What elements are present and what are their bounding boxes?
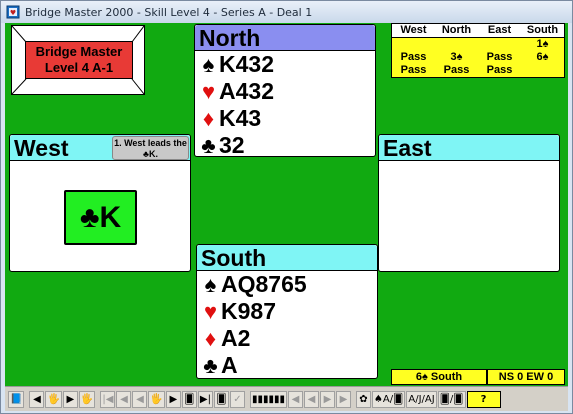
south-clubs[interactable]: ♣ A — [197, 352, 377, 379]
svg-text:♥: ♥ — [10, 9, 16, 17]
diamond-icon: ♦ — [202, 105, 215, 131]
heart-icon: ♥ — [203, 298, 218, 324]
heart-icon: ♥ — [201, 78, 216, 104]
honors-button[interactable]: A/J/AJ — [406, 390, 437, 408]
window-title: Bridge Master 2000 - Skill Level 4 - Ser… — [25, 5, 313, 19]
spade-icon: ♠ — [204, 271, 217, 297]
hand-back-icon[interactable]: 🖐 — [45, 390, 62, 408]
north-clubs[interactable]: ♣ 32 — [195, 132, 375, 159]
bid-cell — [478, 38, 521, 51]
title-bar: ♥ Bridge Master 2000 - Skill Level 4 - S… — [1, 1, 572, 23]
bid-cell: 3♠ — [450, 51, 463, 63]
bid-cell — [435, 38, 478, 51]
bid-cell: Pass — [443, 64, 470, 76]
app-window: ♥ Bridge Master 2000 - Skill Level 4 - S… — [0, 0, 573, 414]
north-hand: North ♠ K432 ♥ A432 ♦ K43 ♣ 32 — [194, 24, 376, 159]
prev-trick-button[interactable]: ◀ — [116, 390, 132, 408]
west-name: West — [14, 135, 69, 161]
last-trick-button[interactable]: ▶| — [197, 390, 213, 408]
south-hand: South ♠ AQ8765 ♥ K987 ♦ A2 ♣ A — [196, 244, 378, 379]
bid-cell: 6♠ — [536, 51, 549, 63]
south-spades[interactable]: ♠ AQ8765 — [197, 271, 377, 298]
south-hearts[interactable]: ♥ K987 — [197, 298, 377, 325]
card-icon[interactable]: 🂠 — [213, 390, 229, 408]
west-hand: West 1. West leads the ♣K. ♣ K — [9, 134, 191, 272]
prev-deal-alt-button[interactable]: ◀ — [303, 390, 319, 408]
bid-cell — [521, 64, 564, 77]
north-heart-cards[interactable]: A432 — [219, 78, 274, 105]
lead-note: 1. West leads the ♣K. — [112, 136, 189, 160]
diamond-icon: ♦ — [204, 325, 217, 351]
bidding-box: West North East South 1♠ Pass 3♠ Pass 6♠… — [391, 23, 565, 78]
check-button[interactable]: ✓ — [229, 390, 245, 408]
south-diamonds[interactable]: ♦ A2 — [197, 325, 377, 352]
south-club-cards[interactable]: A — [221, 352, 238, 379]
prev-deal-button[interactable]: ◀ — [287, 390, 303, 408]
prev-card-button[interactable]: ◀ — [132, 390, 148, 408]
north-club-cards[interactable]: 32 — [219, 132, 245, 159]
north-hearts[interactable]: ♥ A432 — [195, 78, 375, 105]
bid-col-west: West — [400, 24, 427, 36]
bid-row: Pass Pass Pass — [392, 64, 564, 77]
toolbar: 📘 ◀ 🖐 ▶ 🖐 |◀ ◀ ◀ 🖐 ▶ 🂠 ▶| 🂠 ✓ ▮▮▮▮▮▮ ◀ ◀… — [5, 386, 568, 411]
next-deal-alt-button[interactable]: ▶ — [335, 390, 351, 408]
bridge-master-app-icon: ♥ — [6, 5, 20, 19]
hand-forward-icon[interactable]: 🖐 — [78, 390, 96, 408]
bid-cell: 1♠ — [536, 38, 549, 50]
bid-cell: Pass — [486, 64, 513, 76]
spade-ace-button[interactable]: ♠A/🂠 — [371, 390, 406, 408]
bid-row: Pass 3♠ Pass 6♠ — [392, 51, 564, 64]
logo-line-1: Bridge Master — [35, 44, 123, 59]
south-heart-cards[interactable]: K987 — [221, 298, 276, 325]
contract-status: 6♠ South — [391, 369, 487, 385]
bid-col-north: North — [441, 24, 472, 36]
club-icon: ♣ — [203, 352, 218, 378]
east-hand: East — [378, 134, 560, 272]
bid-cell: Pass — [486, 51, 513, 63]
east-header: East — [379, 135, 559, 161]
north-spades[interactable]: ♠ K432 — [195, 51, 375, 78]
south-header: South — [197, 245, 377, 271]
north-spade-cards[interactable]: K432 — [219, 51, 274, 78]
help-button[interactable]: ? — [466, 390, 501, 408]
bid-cell: Pass — [400, 51, 427, 63]
score-status: NS 0 EW 0 — [487, 369, 565, 385]
next-card-button[interactable]: ▶ — [165, 390, 181, 408]
hint-icon[interactable]: ✿ — [355, 390, 371, 408]
bid-cell — [392, 38, 435, 51]
north-diamonds[interactable]: ♦ K43 — [195, 105, 375, 132]
hand-icon[interactable]: 🖐 — [148, 390, 165, 408]
card-icon[interactable]: 🂠 — [181, 390, 197, 408]
back-button[interactable]: ◀ — [29, 390, 45, 408]
logo-line-2: Level 4 A-1 — [44, 60, 114, 75]
spade-icon: ♠ — [202, 51, 215, 77]
bid-col-south: South — [526, 24, 559, 36]
first-trick-button[interactable]: |◀ — [100, 390, 116, 408]
west-header: West 1. West leads the ♣K. — [10, 135, 190, 161]
deal-list-button[interactable]: ▮▮▮▮▮▮ — [249, 390, 287, 408]
played-card-rank: K — [99, 200, 122, 234]
swap-cards-button[interactable]: 🂠/🂠 — [437, 390, 466, 408]
deal-logo-panel: Bridge Master Level 4 A-1 — [11, 25, 145, 95]
bid-row: 1♠ — [392, 38, 564, 51]
club-icon: ♣ — [201, 132, 216, 158]
bid-col-east: East — [487, 24, 512, 36]
club-icon: ♣ — [79, 200, 100, 234]
bidding-header: West North East South — [392, 24, 564, 38]
book-icon[interactable]: 📘 — [8, 390, 25, 408]
played-card: ♣ K — [64, 190, 137, 245]
north-header: North — [195, 25, 375, 51]
deal-logo-label: Bridge Master Level 4 A-1 — [25, 41, 133, 79]
north-diamond-cards[interactable]: K43 — [219, 105, 261, 132]
table-felt: Bridge Master Level 4 A-1 North ♠ K432 ♥… — [5, 23, 568, 386]
south-diamond-cards[interactable]: A2 — [221, 325, 250, 352]
south-spade-cards[interactable]: AQ8765 — [221, 271, 307, 298]
forward-button[interactable]: ▶ — [62, 390, 78, 408]
bid-cell: Pass — [400, 64, 427, 76]
next-deal-button[interactable]: ▶ — [319, 390, 335, 408]
